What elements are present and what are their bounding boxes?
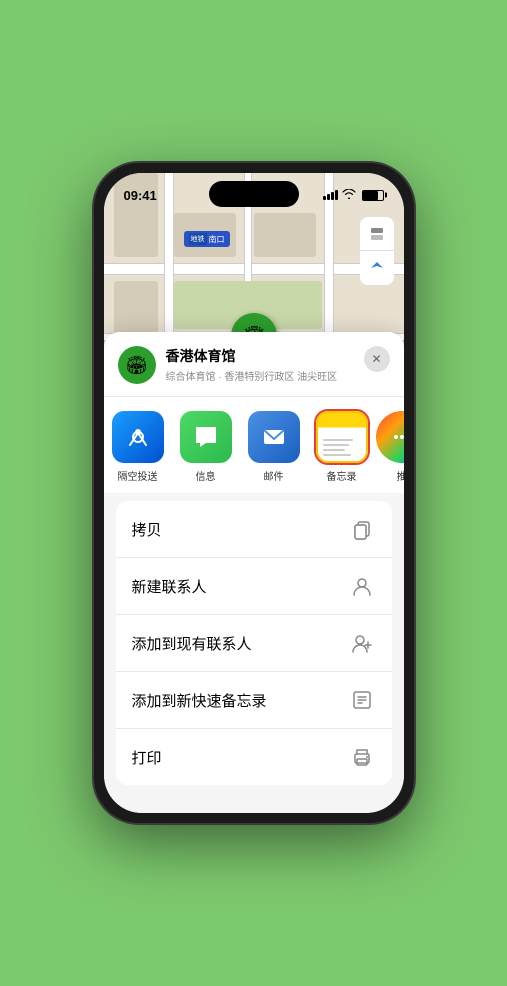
action-add-existing[interactable]: 添加到现有联系人 [116, 615, 392, 672]
share-item-airdrop[interactable]: 隔空投送 [104, 411, 172, 483]
action-new-contact[interactable]: 新建联系人 [116, 558, 392, 615]
phone-frame: 09:41 [94, 163, 414, 823]
action-copy[interactable]: 拷贝 [116, 501, 392, 558]
venue-subtitle: 综合体育馆 · 香港特别行政区 油尖旺区 [166, 368, 354, 383]
venue-header: 🏟 香港体育馆 综合体育馆 · 香港特别行政区 油尖旺区 ✕ [104, 332, 404, 397]
print-icon [348, 743, 376, 771]
dynamic-island [209, 181, 299, 207]
airdrop-icon [112, 411, 164, 463]
status-time: 09:41 [124, 188, 157, 203]
subway-label: 地铁 南口 [184, 231, 230, 247]
status-icons [323, 189, 384, 202]
action-print[interactable]: 打印 [116, 729, 392, 785]
share-item-notes[interactable]: 备忘录 [308, 411, 376, 483]
add-notes-label: 添加到新快速备忘录 [132, 690, 267, 711]
venue-info: 香港体育馆 综合体育馆 · 香港特别行政区 油尖旺区 [166, 346, 354, 383]
person-icon [348, 572, 376, 600]
map-layer-button[interactable] [360, 217, 394, 251]
share-item-more[interactable]: 推 [376, 411, 404, 483]
note-icon [348, 686, 376, 714]
phone-screen: 09:41 [104, 173, 404, 813]
person-add-icon [348, 629, 376, 657]
share-item-message[interactable]: 信息 [172, 411, 240, 483]
location-button[interactable] [360, 251, 394, 285]
airdrop-label: 隔空投送 [118, 468, 158, 483]
mail-icon [248, 411, 300, 463]
notes-icon [316, 411, 368, 463]
more-icon [376, 411, 404, 463]
map-controls [360, 217, 394, 285]
print-label: 打印 [132, 747, 162, 768]
copy-icon [348, 515, 376, 543]
venue-name: 香港体育馆 [166, 346, 354, 366]
more-label: 推 [397, 468, 404, 483]
venue-icon: 🏟 [118, 346, 156, 384]
share-item-mail[interactable]: 邮件 [240, 411, 308, 483]
action-list: 拷贝 新建联系人 [116, 501, 392, 785]
share-row: 隔空投送 信息 [104, 397, 404, 493]
wifi-icon [342, 189, 356, 202]
notes-highlight [316, 411, 368, 463]
copy-label: 拷贝 [132, 519, 162, 540]
close-button[interactable]: ✕ [364, 346, 390, 372]
message-label: 信息 [196, 468, 216, 483]
notes-label: 备忘录 [327, 468, 357, 483]
bottom-sheet: 🏟 香港体育馆 综合体育馆 · 香港特别行政区 油尖旺区 ✕ [104, 332, 404, 813]
signal-icon [323, 190, 338, 200]
new-contact-label: 新建联系人 [132, 576, 207, 597]
battery-icon [362, 190, 384, 201]
mail-label: 邮件 [264, 468, 284, 483]
message-icon [180, 411, 232, 463]
action-add-notes[interactable]: 添加到新快速备忘录 [116, 672, 392, 729]
add-existing-label: 添加到现有联系人 [132, 633, 252, 654]
